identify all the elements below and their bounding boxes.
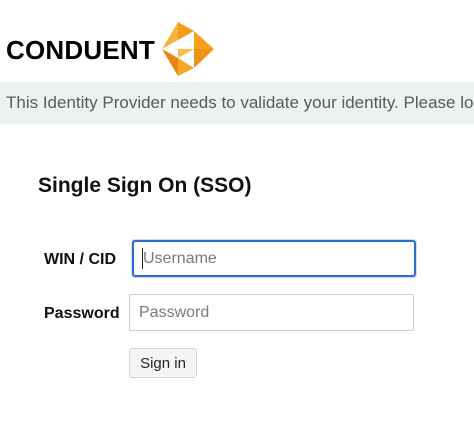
sso-login-page: CONDUENT This Identity Provider needs to… <box>0 0 474 424</box>
text-caret <box>142 248 143 269</box>
identity-banner: This Identity Provider needs to validate… <box>0 82 474 124</box>
password-label: Password <box>44 305 120 322</box>
page-title: Single Sign On (SSO) <box>38 174 252 197</box>
conduent-chevron-logo-icon <box>162 22 214 76</box>
sign-in-button[interactable]: Sign in <box>129 348 197 378</box>
logo-wordmark: CONDUENT <box>6 35 155 65</box>
brand-logo: CONDUENT <box>6 18 155 82</box>
password-input[interactable] <box>129 294 414 331</box>
username-input[interactable] <box>132 240 416 277</box>
username-label: WIN / CID <box>44 251 116 268</box>
banner-message: This Identity Provider needs to validate… <box>6 93 474 112</box>
